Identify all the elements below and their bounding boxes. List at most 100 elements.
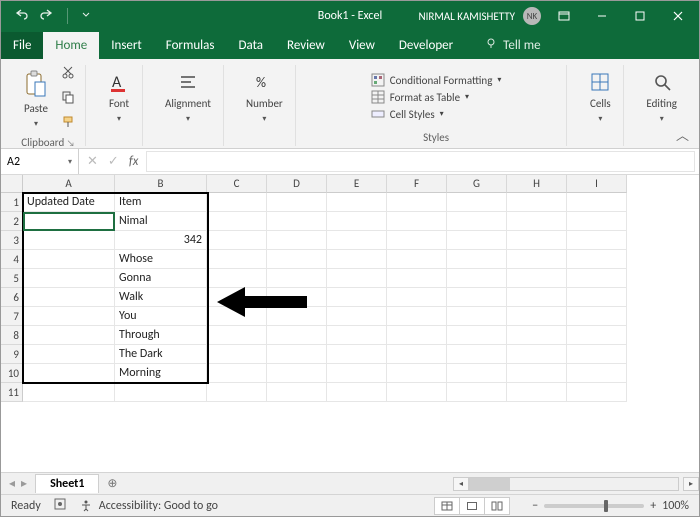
redo-icon[interactable] (39, 7, 53, 25)
cell[interactable] (567, 269, 627, 288)
cell[interactable]: Gonna (115, 269, 207, 288)
cell[interactable] (447, 193, 507, 212)
cell[interactable] (387, 269, 447, 288)
zoom-slider[interactable] (544, 504, 644, 508)
cell[interactable] (327, 326, 387, 345)
cell[interactable] (23, 231, 115, 250)
cell[interactable] (327, 383, 387, 402)
row-header[interactable]: 2 (1, 212, 23, 231)
cell[interactable] (567, 364, 627, 383)
cell[interactable] (567, 231, 627, 250)
font-button[interactable]: A Font ▾ (106, 69, 132, 126)
row-header[interactable]: 5 (1, 269, 23, 288)
sheet-nav-next-icon[interactable]: ▸ (21, 476, 27, 491)
cell[interactable] (567, 212, 627, 231)
undo-icon[interactable] (15, 7, 29, 25)
cell[interactable]: Morning (115, 364, 207, 383)
row-header[interactable]: 11 (1, 383, 23, 402)
editing-button[interactable]: Editing ▾ (644, 69, 679, 126)
zoom-value[interactable]: 100% (662, 499, 689, 513)
row-header[interactable]: 1 (1, 193, 23, 212)
cell[interactable]: Through (115, 326, 207, 345)
cell[interactable] (207, 345, 267, 364)
cell[interactable] (327, 193, 387, 212)
cell[interactable] (447, 288, 507, 307)
hscroll-right-icon[interactable]: ▸ (683, 477, 699, 491)
cell[interactable] (567, 345, 627, 364)
column-header[interactable]: B (115, 175, 207, 193)
cell[interactable] (567, 193, 627, 212)
column-header[interactable]: D (267, 175, 327, 193)
cell[interactable] (267, 326, 327, 345)
cell[interactable] (387, 383, 447, 402)
cell[interactable] (23, 250, 115, 269)
enter-formula-icon[interactable]: ✓ (108, 154, 119, 169)
zoom-in-icon[interactable]: + (650, 499, 656, 513)
cell[interactable] (387, 250, 447, 269)
macro-record-icon[interactable] (53, 497, 67, 515)
accessibility-status[interactable]: Accessibility: Good to go (79, 499, 218, 513)
qat-dropdown-icon[interactable] (82, 9, 90, 23)
cell[interactable] (567, 250, 627, 269)
cell[interactable] (327, 364, 387, 383)
cell[interactable] (507, 231, 567, 250)
row-header[interactable]: 4 (1, 250, 23, 269)
dialog-launcher-icon[interactable]: ↘ (67, 138, 75, 149)
horizontal-scrollbar[interactable]: ◂ ▸ (453, 477, 699, 491)
tab-view[interactable]: View (337, 32, 387, 59)
view-page-break-icon[interactable] (484, 497, 510, 515)
cell[interactable] (507, 269, 567, 288)
cell[interactable] (23, 364, 115, 383)
hscroll-left-icon[interactable]: ◂ (453, 477, 469, 491)
column-header[interactable]: A (23, 175, 115, 193)
cell[interactable] (23, 326, 115, 345)
cell[interactable] (387, 326, 447, 345)
cell[interactable]: Nimal (115, 212, 207, 231)
cell[interactable] (447, 231, 507, 250)
cell[interactable] (447, 250, 507, 269)
zoom-out-icon[interactable]: − (532, 499, 538, 513)
tab-formulas[interactable]: Formulas (154, 32, 227, 59)
tab-file[interactable]: File (1, 32, 43, 59)
cell[interactable] (447, 326, 507, 345)
cell[interactable] (507, 345, 567, 364)
tab-data[interactable]: Data (226, 32, 275, 59)
cell[interactable] (115, 383, 207, 402)
cell[interactable] (387, 364, 447, 383)
cell-styles-button[interactable]: Cell Styles ▾ (371, 107, 502, 121)
cut-icon[interactable] (61, 65, 75, 84)
number-button[interactable]: % Number ▾ (244, 69, 285, 126)
column-header[interactable]: E (327, 175, 387, 193)
cell[interactable] (567, 288, 627, 307)
cell[interactable] (387, 288, 447, 307)
insert-function-icon[interactable]: fx (129, 154, 139, 169)
view-normal-icon[interactable] (434, 497, 460, 515)
cell[interactable] (327, 345, 387, 364)
ribbon-display-options-icon[interactable] (549, 1, 579, 31)
column-header[interactable]: C (207, 175, 267, 193)
column-header[interactable]: I (567, 175, 627, 193)
row-header[interactable]: 8 (1, 326, 23, 345)
cell[interactable] (447, 269, 507, 288)
cell[interactable] (207, 231, 267, 250)
cell[interactable] (23, 383, 115, 402)
tell-me[interactable]: Tell me (475, 31, 550, 59)
cell[interactable] (207, 250, 267, 269)
cell[interactable]: The Dark (115, 345, 207, 364)
zoom-control[interactable]: − + 100% (532, 499, 689, 513)
collapse-ribbon-icon[interactable]: ︿ (676, 125, 689, 144)
formula-input[interactable] (146, 151, 695, 172)
cell[interactable] (327, 269, 387, 288)
cell[interactable]: 342 (115, 231, 207, 250)
cell[interactable] (327, 212, 387, 231)
paste-button[interactable]: Paste ▾ (21, 68, 51, 131)
cell[interactable] (23, 288, 115, 307)
cell[interactable] (23, 212, 115, 231)
close-icon[interactable] (663, 1, 693, 31)
cell[interactable] (507, 364, 567, 383)
cell[interactable] (447, 345, 507, 364)
user-avatar[interactable]: NK (523, 7, 541, 25)
row-header[interactable]: 10 (1, 364, 23, 383)
name-box[interactable]: A2 ▾ (1, 149, 79, 174)
cancel-formula-icon[interactable]: ✕ (87, 154, 98, 169)
